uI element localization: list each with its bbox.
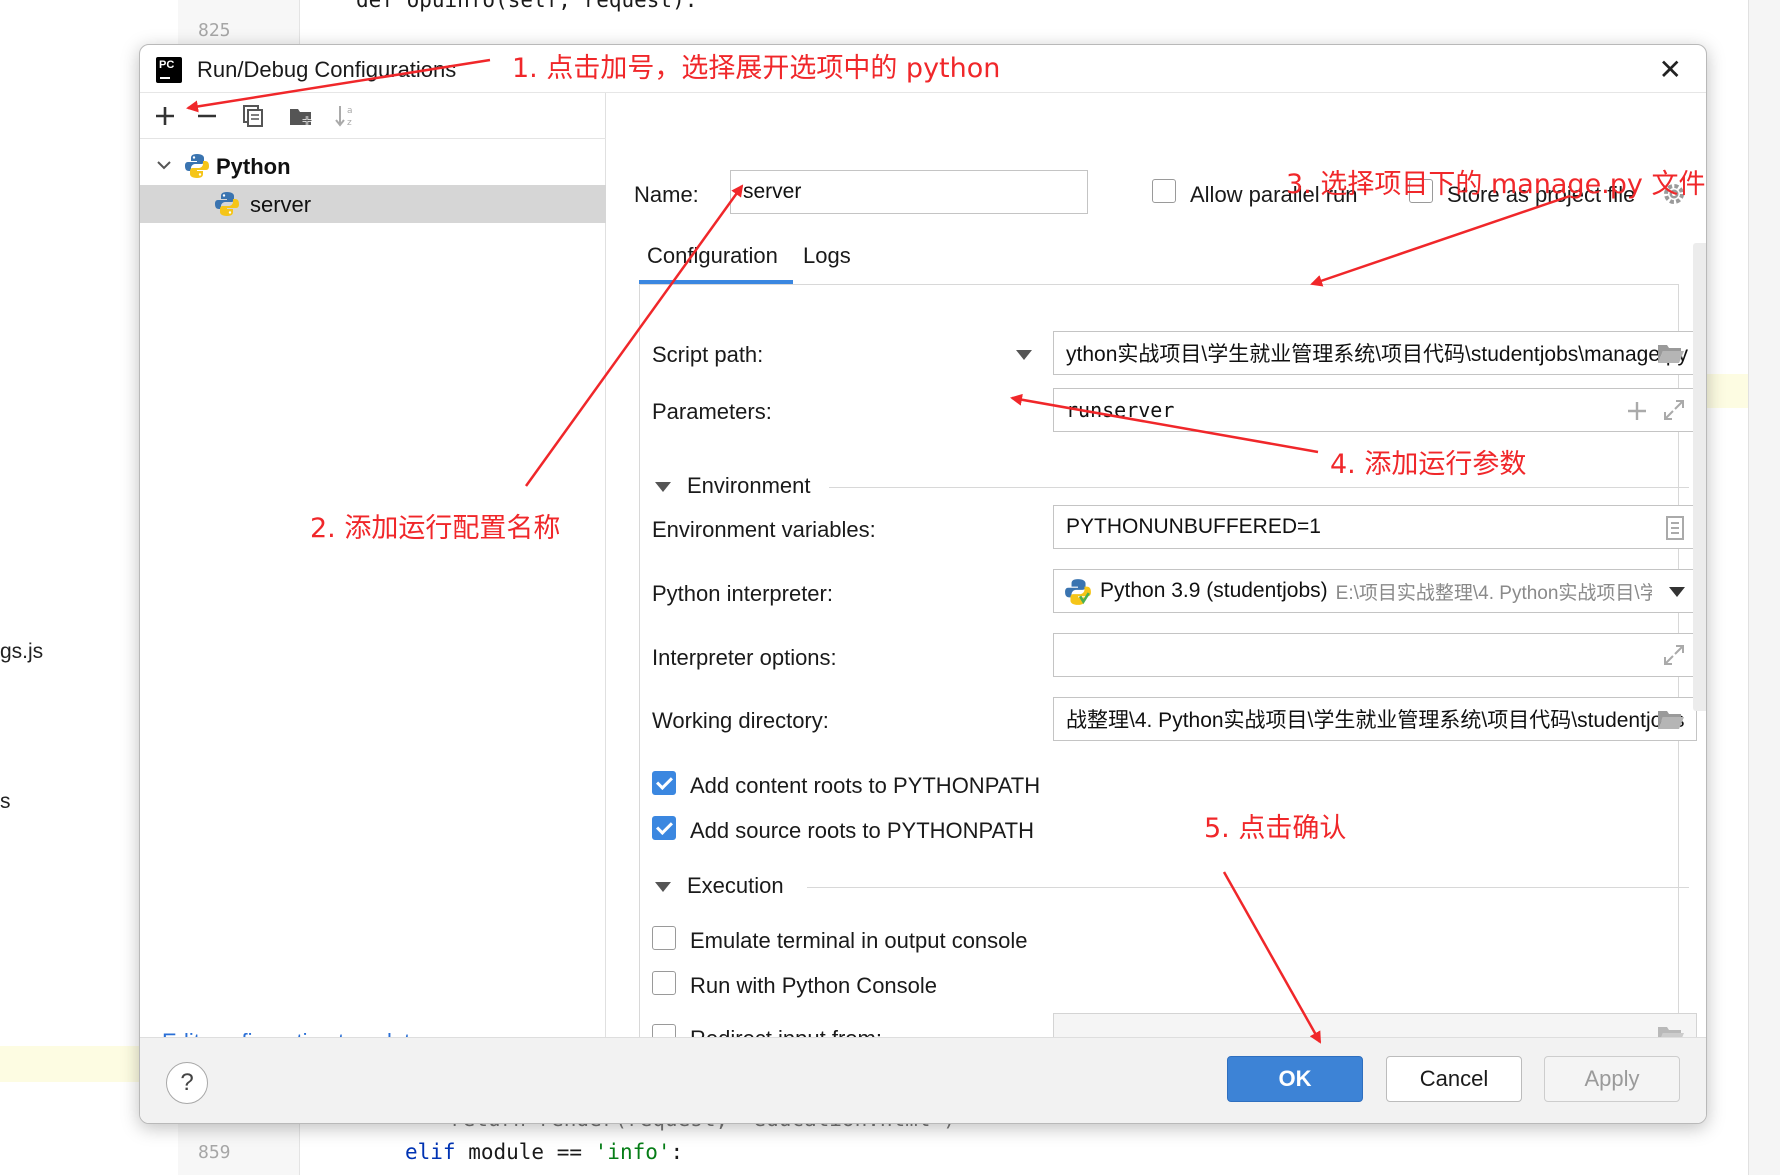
annotation-arrow-4 (1010, 393, 1319, 454)
annotation-step-1: 1. 点击加号，选择展开选项中的 python (512, 53, 1001, 84)
annotation-step-4: 4. 添加运行参数 (1330, 449, 1527, 480)
annotation-step-5: 5. 点击确认 (1204, 813, 1347, 844)
annotation-arrow-5 (1222, 871, 1322, 1044)
annotation-step-3: 3. 选择项目下的 manage.py 文件 (1286, 169, 1706, 200)
annotation-arrow-1 (186, 58, 491, 113)
annotation-arrow-2 (524, 184, 744, 487)
annotation-step-2: 2. 添加运行配置名称 (310, 513, 561, 544)
annotation-arrow-3 (1310, 194, 1571, 287)
